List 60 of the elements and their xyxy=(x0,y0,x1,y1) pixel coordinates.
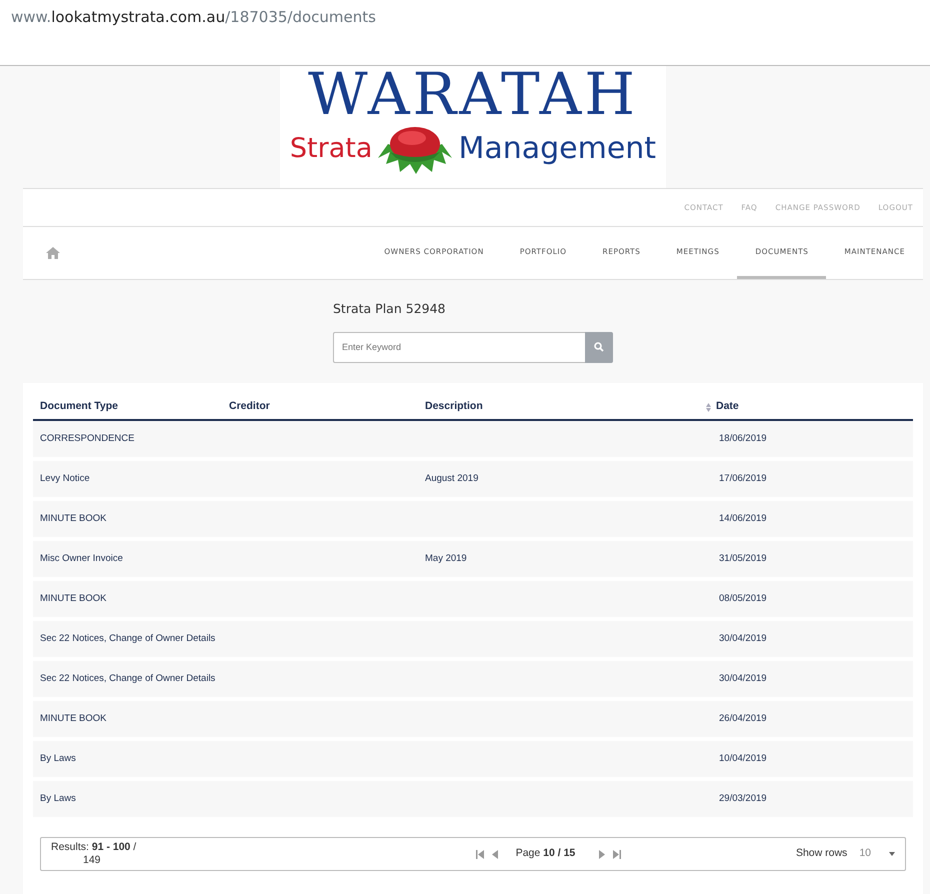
last-page-icon xyxy=(613,850,622,858)
table-cell: 17/06/2019 xyxy=(719,472,767,484)
table-cell: By Laws xyxy=(40,792,76,804)
table-cell: Levy Notice xyxy=(40,472,90,484)
column-header[interactable]: Document Type xyxy=(40,400,118,412)
plan-title: Strata Plan 52948 xyxy=(333,300,446,318)
last-page-button[interactable] xyxy=(613,850,622,858)
results-count: Results: 91 - 100 / 149 xyxy=(51,841,138,867)
column-header[interactable]: Date xyxy=(716,399,739,415)
table-cell: MINUTE BOOK xyxy=(40,592,107,604)
logo-title: WARATAH xyxy=(308,64,638,124)
table-row[interactable]: MINUTE BOOK 08/05/2019 xyxy=(33,581,913,617)
table-row[interactable]: MINUTE BOOK 14/06/2019 xyxy=(33,501,913,537)
table-cell: By Laws xyxy=(40,752,76,764)
sort-icon[interactable] xyxy=(706,402,711,412)
flower-icon xyxy=(376,124,454,174)
search-button[interactable] xyxy=(585,332,613,363)
next-page-button[interactable] xyxy=(599,850,606,858)
table-row[interactable]: CORRESPONDENCE 18/06/2019 xyxy=(33,421,913,457)
table-cell: 29/03/2019 xyxy=(719,792,767,804)
first-page-button[interactable] xyxy=(476,850,484,858)
table-cell: May 2019 xyxy=(425,552,467,564)
table-row[interactable]: MINUTE BOOK 26/04/2019 xyxy=(33,701,913,737)
table-row[interactable]: Misc Owner Invoice May 2019 31/05/2019 xyxy=(33,541,913,577)
table-cell: 30/04/2019 xyxy=(719,672,767,684)
logo-word: Strata xyxy=(290,132,372,166)
table-cell: Sec 22 Notices, Change of Owner Details xyxy=(40,632,216,644)
table-cell: 10/04/2019 xyxy=(719,752,767,764)
previous-page-button[interactable] xyxy=(492,850,498,858)
table-cell: Sec 22 Notices, Change of Owner Details xyxy=(40,672,216,684)
previous-icon xyxy=(492,850,498,858)
table-cell: August 2019 xyxy=(425,472,478,484)
show-rows-label: Show rows xyxy=(796,846,848,862)
table-row[interactable]: Sec 22 Notices, Change of Owner Details 30/04/2019 xyxy=(33,661,913,697)
table-cell: CORRESPONDENCE xyxy=(40,432,134,444)
first-page-icon xyxy=(476,850,484,858)
url-text[interactable]: www.lookatmystrata.com.au/187035/documents xyxy=(11,8,376,26)
home-icon[interactable] xyxy=(46,247,60,259)
table-row[interactable]: By Laws 29/03/2019 xyxy=(33,781,913,817)
search-field[interactable]: Enter Keyword xyxy=(333,332,585,363)
column-header[interactable]: Creditor xyxy=(229,400,270,412)
table-cell: MINUTE BOOK xyxy=(40,512,107,524)
table-cell: 08/05/2019 xyxy=(719,592,767,604)
table-cell: MINUTE BOOK xyxy=(40,712,107,724)
table-row[interactable]: By Laws 10/04/2019 xyxy=(33,741,913,777)
logo-word: Management xyxy=(458,130,656,168)
table-row[interactable]: Levy Notice August 2019 17/06/2019 xyxy=(33,461,913,497)
next-icon xyxy=(599,850,606,858)
table-row[interactable]: Sec 22 Notices, Change of Owner Details 30/04/2019 xyxy=(33,621,913,657)
column-header[interactable]: Description xyxy=(425,400,483,412)
table-cell: 31/05/2019 xyxy=(719,552,767,564)
table-cell: 30/04/2019 xyxy=(719,632,767,644)
table-cell: 18/06/2019 xyxy=(719,432,767,444)
caret-icon xyxy=(889,852,895,856)
table-cell: 14/06/2019 xyxy=(719,512,767,524)
page-indicator: Page 10 / 15 xyxy=(516,846,576,862)
search-icon xyxy=(594,342,604,352)
rows-dropdown[interactable]: 10 xyxy=(859,846,895,862)
table-cell: 26/04/2019 xyxy=(719,712,767,724)
table-cell: Misc Owner Invoice xyxy=(40,552,123,564)
